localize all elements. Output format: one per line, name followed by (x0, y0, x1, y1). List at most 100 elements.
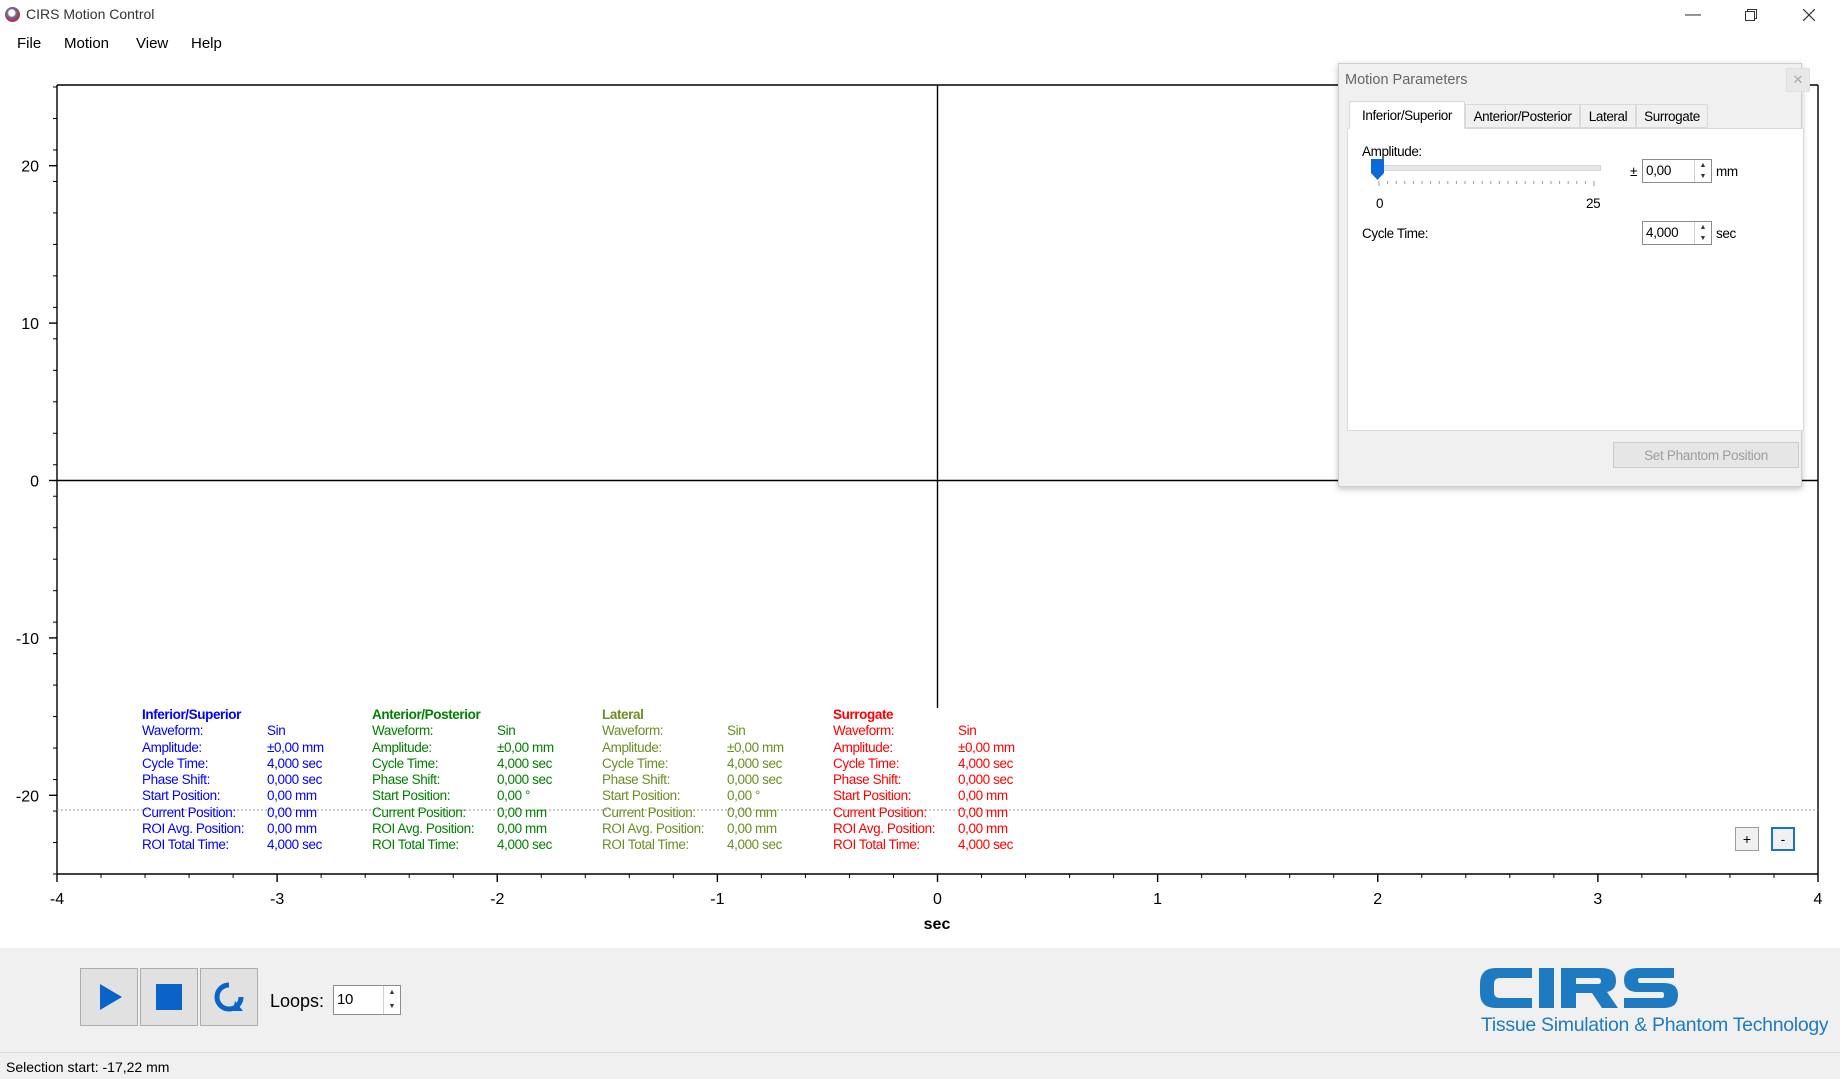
amplitude-input[interactable]: 0,00 ▲ ▼ (1642, 159, 1712, 183)
stats-value: 0,00 mm (958, 788, 1008, 804)
tab-anterior-posterior[interactable]: Anterior/Posterior (1465, 104, 1580, 128)
spin-up-icon[interactable]: ▲ (1695, 160, 1711, 171)
play-icon (100, 984, 122, 1010)
y-tick-label: -10 (16, 631, 39, 648)
stats-value: ±0,00 mm (958, 739, 1015, 755)
stop-button[interactable] (140, 968, 198, 1026)
zoom-in-button[interactable]: + (1735, 827, 1759, 851)
spin-up-icon[interactable]: ▲ (1695, 222, 1711, 233)
stats-row: ROI Avg. Position: 0,00 mm (833, 821, 1008, 837)
spin-down-icon[interactable]: ▼ (384, 1000, 400, 1014)
menu-view[interactable]: View (136, 35, 168, 52)
close-icon[interactable]: ✕ (1786, 68, 1810, 92)
stats-label: Cycle Time: (602, 755, 669, 771)
loops-label: Loops: (270, 991, 325, 1011)
restore-icon[interactable] (1722, 0, 1780, 29)
stats-value: 0,000 sec (958, 772, 1013, 788)
cycle-time-unit: sec (1716, 226, 1736, 241)
spin-down-icon[interactable]: ▼ (1695, 233, 1711, 244)
stats-label: Current Position: (602, 804, 696, 820)
x-tick-label: 0 (933, 891, 942, 908)
stats-value: 0,00 mm (727, 821, 777, 837)
stats-label: ROI Avg. Position: (602, 821, 705, 837)
stats-row: Waveform: Sin (142, 723, 286, 739)
cycle-time-label: Cycle Time: (1362, 226, 1429, 241)
loop-button[interactable] (200, 968, 258, 1026)
stats-label: ROI Total Time: (833, 837, 920, 853)
stats-value: 0,000 sec (497, 772, 552, 788)
stats-value: ±0,00 mm (497, 739, 554, 755)
stats-row: Waveform: Sin (602, 723, 746, 739)
menu-help[interactable]: Help (191, 35, 222, 52)
play-button[interactable] (80, 968, 138, 1026)
cycle-time-input[interactable]: 4,000 ▲ ▼ (1642, 221, 1712, 245)
stats-label: Phase Shift: (602, 772, 670, 788)
stats-label: Waveform: (372, 723, 434, 739)
stats-label: Waveform: (833, 723, 895, 739)
stats-value: 4,000 sec (497, 755, 552, 771)
stats-value: 4,000 sec (497, 837, 552, 853)
stats-value: 0,00 mm (497, 804, 547, 820)
stats-row: Amplitude: ±0,00 mm (372, 739, 554, 756)
x-axis-label: sec (924, 916, 951, 933)
set-phantom-position-button[interactable]: Set Phantom Position (1613, 442, 1799, 468)
menu-file[interactable]: File (17, 35, 41, 52)
stats-value: ±0,00 mm (727, 739, 784, 755)
tab-lateral[interactable]: Lateral (1580, 104, 1636, 128)
stats-label: Cycle Time: (833, 755, 900, 771)
minimize-icon[interactable]: — (1664, 0, 1722, 29)
stats-row: Start Position: 0,00 mm (142, 788, 317, 804)
stats-row: Current Position: 0,00 mm (372, 804, 547, 821)
y-tick-label: 20 (21, 159, 39, 176)
x-tick-label: -3 (270, 891, 284, 908)
tab-surrogate[interactable]: Surrogate (1636, 104, 1708, 128)
stats-row: Start Position: 0,00 ° (372, 788, 530, 804)
loops-input[interactable]: 10 ▲ ▼ (333, 985, 401, 1015)
spin-up-icon[interactable]: ▲ (384, 986, 400, 1000)
amplitude-slider-thumb[interactable] (1371, 159, 1384, 180)
zoom-out-button[interactable]: - (1771, 827, 1795, 851)
stats-label: Amplitude: (602, 739, 662, 755)
stats-label: Current Position: (372, 804, 466, 820)
stats-value: Sin (958, 723, 977, 739)
stats-block-anterior-posterior: Anterior/Posterior Waveform: Sin Amplitude:… (372, 707, 554, 854)
spin-down-icon[interactable]: ▼ (1695, 171, 1711, 182)
stats-row: Amplitude: ±0,00 mm (833, 740, 1015, 756)
menu-motion[interactable]: Motion (64, 35, 109, 52)
stats-row: ROI Avg. Position: 0,00 mm (602, 821, 777, 837)
x-tick-label: 3 (1593, 891, 1602, 908)
close-icon[interactable] (1780, 0, 1838, 29)
amplitude-unit: mm (1716, 164, 1738, 179)
tab-panel: Amplitude: 0 25 ± 0,00 ▲ ▼ mm Cycle Time:… (1347, 128, 1804, 431)
stats-row: Cycle Time: 4,000 sec (142, 756, 322, 772)
stats-row: Phase Shift: 0,000 sec (833, 772, 1013, 788)
window-title: CIRS Motion Control (26, 6, 155, 22)
stats-row: Cycle Time: 4,000 sec (833, 756, 1013, 772)
stats-label: Phase Shift: (142, 772, 210, 788)
stats-row: ROI Avg. Position: 0,00 mm (142, 821, 317, 837)
stats-label: Start Position: (602, 788, 681, 804)
amplitude-slider-track (1377, 165, 1601, 171)
stats-row: Current Position: 0,00 mm (602, 805, 777, 821)
stats-value: 0,00 mm (727, 804, 777, 820)
stats-label: Amplitude: (142, 739, 202, 755)
status-bar: Selection start: -17,22 mm (0, 1052, 1840, 1079)
menu-bar: File Motion View Help (0, 29, 1840, 58)
slider-min-label: 0 (1376, 196, 1384, 211)
stats-label: ROI Total Time: (602, 837, 689, 853)
x-tick-label: 4 (1814, 891, 1823, 908)
stats-value: 4,000 sec (727, 837, 782, 853)
stats-label: Current Position: (142, 804, 236, 820)
tab-inferior-superior[interactable]: Inferior/Superior (1349, 101, 1465, 129)
stats-row: Phase Shift: 0,000 sec (602, 772, 782, 788)
cycle-time-value: 4,000 (1646, 225, 1679, 240)
stats-label: ROI Avg. Position: (372, 821, 475, 837)
stats-label: Amplitude: (372, 739, 432, 755)
loop-icon (214, 982, 244, 1012)
stats-heading: Surrogate (833, 707, 894, 722)
stats-value: 0,00 mm (267, 804, 317, 820)
status-text: Selection start: -17,22 mm (6, 1059, 170, 1075)
stats-value: 4,000 sec (958, 755, 1013, 771)
loops-value: 10 (337, 991, 354, 1008)
y-tick-label: -20 (16, 788, 39, 805)
